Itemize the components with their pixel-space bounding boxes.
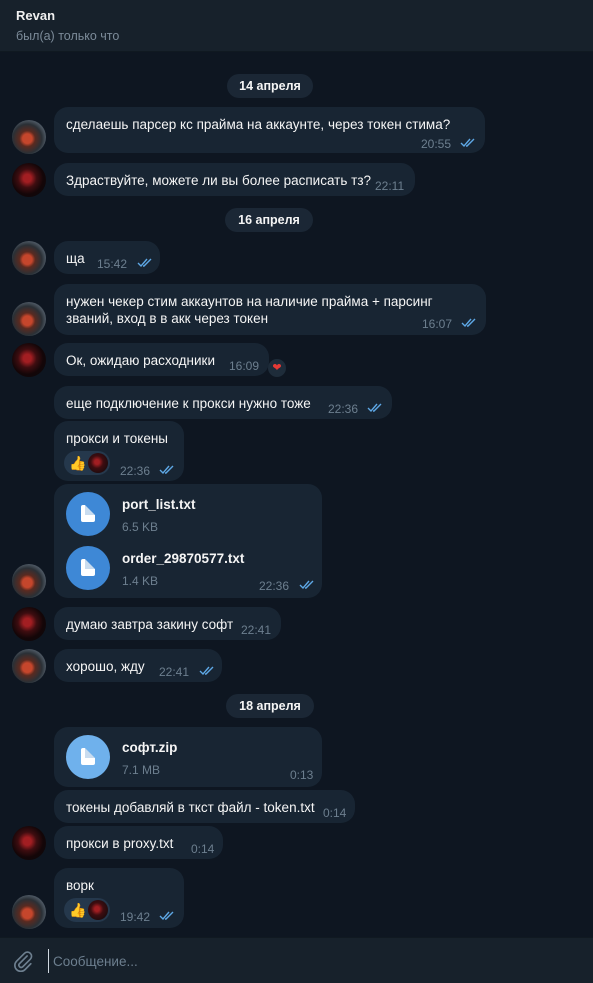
message-text: хорошо, жду <box>66 659 145 674</box>
avatar[interactable] <box>12 607 46 641</box>
message-list[interactable]: 14 апреля сделаешь парсер кс прайма на а… <box>0 52 593 937</box>
message-text: прокси в proxy.txt <box>66 836 174 851</box>
message-time: 16:07 <box>422 317 453 331</box>
message-text: ща <box>66 251 85 266</box>
avatar[interactable] <box>12 241 46 275</box>
avatar[interactable] <box>12 564 46 598</box>
avatar[interactable] <box>12 302 46 336</box>
read-check-icon <box>460 138 475 148</box>
message-text: еще подключение к прокси нужно тоже <box>66 396 311 411</box>
date-separator: 14 апреля <box>227 74 313 98</box>
message-text: нужен чекер стим аккаунтов на наличие пр… <box>66 294 433 326</box>
message-composer <box>0 937 593 983</box>
message-text: думаю завтра закину софт <box>66 617 234 632</box>
message-time: 22:41 <box>241 623 272 637</box>
avatar[interactable] <box>12 163 46 197</box>
message-time: 0:14 <box>323 806 347 820</box>
file-message-bubble[interactable]: софт.zip 7.1 MB 0:13 <box>54 727 322 787</box>
message-text: токены добавляй в ткст файл - token.txt <box>66 800 315 815</box>
message-time: 0:14 <box>191 842 215 856</box>
read-check-icon <box>367 403 382 413</box>
date-separator: 18 апреля <box>226 694 314 718</box>
file-icon[interactable] <box>66 492 110 536</box>
reaction-group[interactable]: 👍 <box>64 451 110 475</box>
file-name: софт.zip <box>122 740 178 755</box>
contact-name[interactable]: Revan <box>16 9 577 23</box>
file-name: port_list.txt <box>122 497 196 512</box>
message-text: Ок, ожидаю расходники <box>66 353 215 368</box>
message-time: 0:13 <box>290 768 314 782</box>
file-icon[interactable] <box>66 735 110 779</box>
reactor-avatar <box>88 453 108 473</box>
message-bubble[interactable]: ща 15:42 <box>54 241 160 274</box>
thumbs-up-icon: 👍 <box>69 455 87 471</box>
reaction-group[interactable]: 👍 <box>64 898 110 922</box>
chat-header[interactable]: Revan был(а) только что <box>0 0 593 52</box>
message-text: Здраствуйте, можете ли вы более расписат… <box>66 173 372 188</box>
message-time: 20:55 <box>421 137 452 151</box>
message-bubble[interactable]: прокси в proxy.txt 0:14 <box>54 826 223 859</box>
reactor-avatar <box>88 900 108 920</box>
message-bubble[interactable]: нужен чекер стим аккаунтов на наличие пр… <box>54 284 486 335</box>
heart-reaction-icon[interactable]: ❤ <box>268 359 286 377</box>
message-input[interactable] <box>48 949 548 973</box>
date-separator: 16 апреля <box>225 208 313 232</box>
read-check-icon <box>461 318 476 328</box>
read-check-icon <box>299 580 314 590</box>
file-size: 1.4 KB <box>122 574 159 588</box>
message-time: 19:42 <box>120 910 151 924</box>
avatar[interactable] <box>12 120 46 154</box>
file-icon[interactable] <box>66 546 110 590</box>
contact-status: был(а) только что <box>16 29 120 43</box>
message-text: ворк <box>66 878 94 893</box>
message-bubble[interactable]: хорошо, жду 22:41 <box>54 649 222 682</box>
message-time: 22:36 <box>259 579 290 593</box>
message-bubble[interactable]: токены добавляй в ткст файл - token.txt … <box>54 790 355 823</box>
message-time: 16:09 <box>229 359 260 373</box>
message-time: 15:42 <box>97 257 128 271</box>
message-bubble[interactable]: ворк 👍 19:42 <box>54 868 184 928</box>
message-bubble[interactable]: Ок, ожидаю расходники 16:09 <box>54 343 269 376</box>
message-time: 22:11 <box>375 179 405 193</box>
avatar[interactable] <box>12 895 46 929</box>
message-time: 22:36 <box>120 464 151 478</box>
message-bubble[interactable]: сделаешь парсер кс прайма на аккаунте, ч… <box>54 107 485 153</box>
message-time: 22:36 <box>328 402 359 416</box>
message-bubble[interactable]: еще подключение к прокси нужно тоже 22:3… <box>54 386 392 419</box>
message-text: прокси и токены <box>66 431 168 446</box>
avatar[interactable] <box>12 343 46 377</box>
avatar[interactable] <box>12 826 46 860</box>
file-message-bubble[interactable]: port_list.txt 6.5 KB order_29870577.txt … <box>54 484 322 598</box>
message-time: 22:41 <box>159 665 190 679</box>
message-bubble[interactable]: прокси и токены 👍 22:36 <box>54 421 184 481</box>
avatar[interactable] <box>12 649 46 683</box>
read-check-icon <box>159 911 174 921</box>
message-text: сделаешь парсер кс прайма на аккаунте, ч… <box>66 117 451 132</box>
file-name: order_29870577.txt <box>122 551 245 566</box>
paperclip-icon[interactable] <box>12 950 34 972</box>
read-check-icon <box>199 666 214 676</box>
message-bubble[interactable]: Здраствуйте, можете ли вы более расписат… <box>54 163 415 196</box>
read-check-icon <box>137 258 152 268</box>
file-size: 7.1 MB <box>122 763 161 777</box>
thumbs-up-icon: 👍 <box>69 902 87 918</box>
message-bubble[interactable]: думаю завтра закину софт 22:41 <box>54 607 281 640</box>
file-size: 6.5 KB <box>122 520 159 534</box>
read-check-icon <box>159 465 174 475</box>
